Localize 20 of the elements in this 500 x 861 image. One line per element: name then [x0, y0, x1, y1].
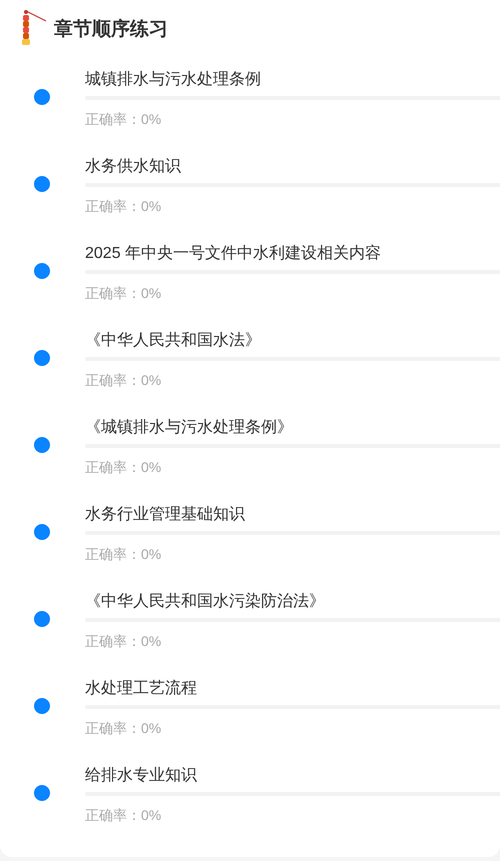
accuracy-label: 正确率：0%	[85, 806, 162, 824]
accuracy-label: 正确率：0%	[85, 197, 162, 215]
accuracy-label: 正确率：0%	[85, 719, 162, 737]
chapter-title[interactable]: 《中华人民共和国水污染防治法》	[85, 590, 500, 614]
chapter-title[interactable]: 水务供水知识	[85, 155, 500, 179]
chapter-title[interactable]: 《城镇排水与污水处理条例》	[85, 416, 500, 440]
chapter-title[interactable]: 给排水专业知识	[85, 764, 500, 788]
accuracy-label: 正确率：0%	[85, 458, 162, 476]
accuracy-label: 正确率：0%	[85, 284, 162, 302]
page-title: 章节顺序练习	[54, 18, 168, 42]
chapter-title[interactable]: 水务行业管理基础知识	[85, 503, 500, 527]
firecracker-icon	[20, 7, 48, 47]
accuracy-label: 正确率：0%	[85, 371, 162, 389]
accuracy-label: 正确率：0%	[85, 632, 162, 650]
accuracy-label: 正确率：0%	[85, 110, 162, 128]
chapter-title[interactable]: 2025 年中央一号文件中水利建设相关内容	[85, 242, 500, 266]
chapter-title[interactable]: 城镇排水与污水处理条例	[85, 68, 500, 92]
chapter-title[interactable]: 水处理工艺流程	[85, 677, 500, 701]
chapter-title[interactable]: 《中华人民共和国水法》	[85, 329, 500, 353]
accuracy-label: 正确率：0%	[85, 545, 162, 563]
